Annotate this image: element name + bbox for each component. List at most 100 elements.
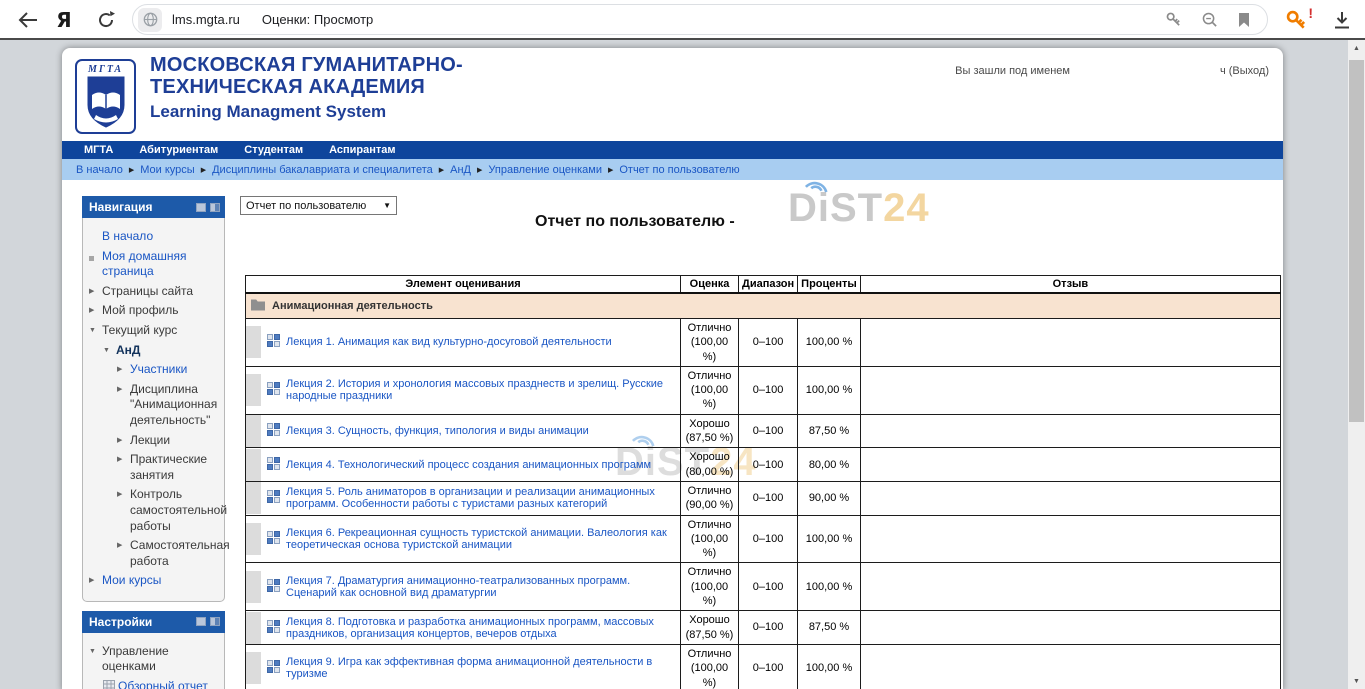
navbar-item[interactable]: Студентам [244, 144, 303, 156]
feedback-cell [860, 515, 1280, 563]
logout-link[interactable]: ч (Выход) [1220, 65, 1269, 77]
breadcrumb-item[interactable]: Управление оценками [488, 164, 602, 176]
password-key-icon[interactable] [1165, 11, 1182, 28]
percent-cell: 100,00 % [798, 319, 861, 367]
collapse-block-icon[interactable] [196, 203, 206, 212]
page-background: МГТА МОСКОВСКАЯ ГУМАНИТАРНО- ТЕХНИЧЕСКАЯ… [0, 40, 1365, 689]
grade-item-link[interactable]: Лекция 7. Драматургия анимационно-театра… [286, 575, 674, 599]
tree-expanded-icon: ▼ [89, 323, 102, 335]
tree-collapsed-icon: ▶ [89, 284, 102, 296]
breadcrumb-item[interactable]: АнД [450, 164, 471, 176]
report-type-select[interactable]: Отчет по пользователю▼ [240, 196, 397, 215]
site-globe-icon [138, 8, 162, 32]
password-alert-icon[interactable]: ! [1285, 9, 1307, 31]
sidebar-item[interactable]: ▶Контроль самостоятельной работы [89, 487, 220, 534]
vertical-scrollbar[interactable]: ▲ ▼ [1348, 40, 1365, 689]
grade-cell: Отлично(90,00 %) [681, 481, 739, 515]
refresh-icon[interactable] [94, 8, 118, 32]
dock-block-icon[interactable] [210, 617, 220, 626]
column-header: Проценты [798, 276, 861, 294]
navbar-item[interactable]: Аспирантам [329, 144, 395, 156]
sidebar-item[interactable]: ▼Текущий курс [89, 323, 220, 339]
back-icon[interactable] [16, 8, 40, 32]
tab-page-title: Оценки: Просмотр [262, 12, 373, 27]
sidebar-item[interactable]: ▶Мои курсы [89, 573, 220, 589]
sidebar-item[interactable]: ▶Практические занятия [89, 452, 220, 483]
table-header-row: Элемент оцениванияОценкаДиапазонПроценты… [246, 276, 1281, 294]
grade-item-link[interactable]: Лекция 5. Роль аниматоров в организации … [286, 486, 674, 510]
sidebar-item[interactable]: ▶Страницы сайта [89, 284, 220, 300]
site-title: МОСКОВСКАЯ ГУМАНИТАРНО- ТЕХНИЧЕСКАЯ АКАД… [150, 54, 463, 121]
feedback-cell [860, 448, 1280, 482]
column-header: Отзыв [860, 276, 1280, 294]
grade-row: Лекция 4. Технологический процесс создан… [246, 448, 1281, 482]
range-cell: 0–100 [739, 563, 798, 611]
indent-cell [246, 612, 261, 644]
tree-expanded-icon: ▼ [89, 644, 102, 656]
column-header: Диапазон [739, 276, 798, 294]
column-header: Оценка [681, 276, 739, 294]
grade-item-link[interactable]: Лекция 4. Технологический процесс создан… [286, 459, 651, 471]
site-header: МГТА МОСКОВСКАЯ ГУМАНИТАРНО- ТЕХНИЧЕСКАЯ… [62, 48, 1283, 141]
dock-block-icon[interactable] [210, 203, 220, 212]
breadcrumb-item[interactable]: Отчет по пользователю [619, 164, 739, 176]
feedback-cell [860, 481, 1280, 515]
sidebar-item[interactable]: В начало [89, 229, 220, 245]
yandex-browser-icon[interactable]: Я [52, 8, 76, 32]
url-text[interactable]: lms.mgta.ru [172, 12, 240, 27]
tree-collapsed-icon: ▶ [89, 303, 102, 315]
category-row: Анимационная деятельность [246, 293, 1281, 319]
sidebar-item-label: Лекции [130, 433, 170, 449]
grade-row: Лекция 2. История и хронология массовых … [246, 366, 1281, 414]
navbar-item[interactable]: Абитуриентам [139, 144, 218, 156]
mgta-logo: МГТА [75, 59, 136, 134]
range-cell: 0–100 [739, 414, 798, 448]
grade-item-link[interactable]: Лекция 9. Игра как эффективная форма ани… [286, 656, 674, 680]
sidebar-item[interactable]: ▼АнД [89, 343, 220, 359]
download-icon[interactable] [1333, 11, 1351, 30]
scroll-down-icon[interactable]: ▼ [1348, 673, 1365, 689]
bookmark-icon[interactable] [1237, 12, 1251, 28]
navbar-item[interactable]: МГТА [84, 144, 113, 156]
grade-item-link[interactable]: Лекция 2. История и хронология массовых … [286, 378, 674, 402]
sidebar-item-label: Практические занятия [130, 452, 220, 483]
sidebar-item-label: Страницы сайта [102, 284, 193, 300]
grade-cell: Хорошо(87,50 %) [681, 414, 739, 448]
report-icon [103, 679, 118, 689]
lesson-icon [267, 660, 280, 676]
sidebar-item-label: Обзорный отчет [118, 679, 208, 689]
sidebar-item[interactable]: Обзорный отчет [89, 679, 220, 689]
sidebar-item[interactable]: ▶Мой профиль [89, 303, 220, 319]
sidebar-item[interactable]: ▼Управление оценками [89, 644, 220, 675]
breadcrumb-item[interactable]: В начало [76, 164, 123, 176]
grade-cell: Отлично(100,00 %) [681, 319, 739, 367]
feedback-cell [860, 319, 1280, 367]
sidebar-item-label: Мой профиль [102, 303, 179, 319]
breadcrumb-separator-icon: ▶ [608, 166, 613, 174]
grade-row: Лекция 1. Анимация как вид культурно-дос… [246, 319, 1281, 367]
sidebar-item[interactable]: ▶Лекции [89, 433, 220, 449]
grade-item-link[interactable]: Лекция 3. Сущность, функция, типология и… [286, 425, 589, 437]
sidebar-item[interactable]: Моя домашняя страница [89, 249, 220, 280]
search-page-icon[interactable] [1201, 11, 1218, 28]
feedback-cell [860, 414, 1280, 448]
scroll-up-icon[interactable]: ▲ [1348, 40, 1365, 56]
collapse-block-icon[interactable] [196, 617, 206, 626]
breadcrumb-item[interactable]: Мои курсы [140, 164, 194, 176]
settings-block: Настройки ▼Управление оценкамиОбзорный о… [82, 611, 225, 689]
grade-item-link[interactable]: Лекция 1. Анимация как вид культурно-дос… [286, 336, 612, 348]
main-column: Отчет по пользователю▼ Отчет по пользова… [240, 180, 1281, 689]
address-bar[interactable]: lms.mgta.ru Оценки: Просмотр [132, 4, 1268, 35]
scrollbar-thumb[interactable] [1349, 60, 1364, 422]
breadcrumb-item[interactable]: Дисциплины бакалавриата и специалитета [212, 164, 433, 176]
grade-item-link[interactable]: Лекция 8. Подготовка и разработка анимац… [286, 616, 674, 640]
lesson-icon [267, 579, 280, 595]
grade-item-link[interactable]: Лекция 6. Рекреационная сущность туристс… [286, 527, 674, 551]
grade-cell: Хорошо(87,50 %) [681, 611, 739, 645]
lesson-icon [267, 423, 280, 439]
sidebar-item[interactable]: ▶Дисциплина "Анимационная деятельность" [89, 382, 220, 429]
sidebar-item[interactable]: ▶Участники [89, 362, 220, 378]
range-cell: 0–100 [739, 366, 798, 414]
lesson-icon [267, 334, 280, 350]
sidebar-item[interactable]: ▶Самостоятельная работа [89, 538, 220, 569]
